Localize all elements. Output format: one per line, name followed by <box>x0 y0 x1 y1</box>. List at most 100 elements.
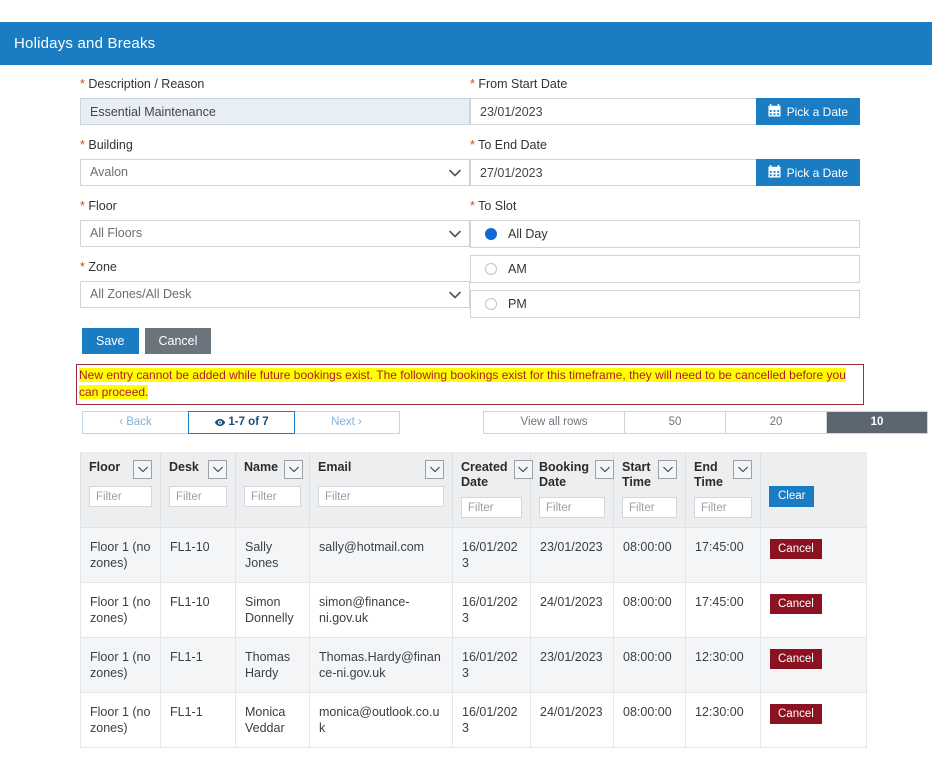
filter-input-end-time[interactable] <box>694 497 752 518</box>
slot-option-am-label: AM <box>508 262 527 276</box>
to-end-date-input[interactable] <box>470 159 756 186</box>
cancel-button[interactable]: Cancel <box>144 328 212 354</box>
cell-action: Cancel <box>760 527 867 583</box>
holiday-form: * Description / Reason * Building Avalon <box>0 65 932 331</box>
filter-dropdown-icon-floor[interactable] <box>133 460 152 479</box>
label-floor-text: Floor <box>88 199 117 213</box>
label-zone: * Zone <box>80 260 470 275</box>
table-row: Floor 1 (no zones) FL1-10 Sally Jones sa… <box>80 527 867 583</box>
slot-option-all-day[interactable]: All Day <box>470 220 860 248</box>
filter-dropdown-icon-end-time[interactable] <box>733 460 752 479</box>
cell-floor: Floor 1 (no zones) <box>80 692 161 748</box>
slot-option-all-day-label: All Day <box>508 227 548 241</box>
th-name-label: Name <box>244 460 279 474</box>
page-title: Holidays and Breaks <box>14 35 156 52</box>
filter-dropdown-icon-booking-date[interactable] <box>595 460 614 479</box>
rows-per-page-group: View all rows 50 20 10 <box>483 411 928 434</box>
bookings-table: Floor Desk <box>80 452 867 748</box>
filter-dropdown-icon-name[interactable] <box>284 460 304 479</box>
save-button[interactable]: Save <box>82 328 139 354</box>
slot-option-pm[interactable]: PM <box>470 290 860 318</box>
row-cancel-button[interactable]: Cancel <box>770 539 822 559</box>
filter-input-created-date[interactable] <box>461 497 522 518</box>
rows-option-50[interactable]: 50 <box>625 412 726 433</box>
cell-floor: Floor 1 (no zones) <box>80 582 161 638</box>
label-from-start-date: * From Start Date <box>470 77 860 92</box>
th-desk: Desk <box>160 452 236 528</box>
to-end-date-pick-label: Pick a Date <box>786 165 848 180</box>
row-cancel-button[interactable]: Cancel <box>770 649 822 669</box>
cell-booking-date: 23/01/2023 <box>530 527 614 583</box>
field-zone: * Zone All Zones/All Desk <box>80 260 470 308</box>
filter-input-start-time[interactable] <box>622 497 677 518</box>
cell-start-time: 08:00:00 <box>613 692 686 748</box>
pagination-next-label: Next <box>331 416 355 428</box>
filter-input-email[interactable] <box>318 486 444 507</box>
rows-option-20[interactable]: 20 <box>726 412 827 433</box>
cell-booking-date: 24/01/2023 <box>530 582 614 638</box>
cell-action: Cancel <box>760 692 867 748</box>
label-description: * Description / Reason <box>80 77 470 92</box>
radio-unselected-icon <box>485 263 497 275</box>
pagination-next-button[interactable]: Next › <box>294 412 399 433</box>
table-row: Floor 1 (no zones) FL1-1 Thomas Hardy Th… <box>80 637 867 693</box>
filter-input-floor[interactable] <box>89 486 152 507</box>
cell-end-time: 12:30:00 <box>685 692 761 748</box>
label-floor: * Floor <box>80 199 470 214</box>
label-building-text: Building <box>88 138 133 152</box>
description-input[interactable] <box>80 98 470 125</box>
calendar-icon <box>768 103 781 120</box>
from-start-date-pick-button[interactable]: Pick a Date <box>755 98 860 125</box>
calendar-icon <box>768 164 781 181</box>
required-asterisk: * <box>470 199 475 213</box>
slot-option-am[interactable]: AM <box>470 255 860 283</box>
from-start-date-pick-label: Pick a Date <box>786 104 848 119</box>
label-zone-text: Zone <box>88 260 117 274</box>
radio-unselected-icon <box>485 298 497 310</box>
cell-booking-date: 24/01/2023 <box>530 692 614 748</box>
building-select[interactable]: Avalon <box>80 159 470 186</box>
filter-input-name[interactable] <box>244 486 301 507</box>
field-from-start-date: * From Start Date 23/01/2023 Pick a Date <box>470 77 860 125</box>
th-desk-label: Desk <box>169 460 199 474</box>
table-body: Floor 1 (no zones) FL1-10 Sally Jones sa… <box>80 527 867 748</box>
filter-dropdown-icon-email[interactable] <box>425 460 444 479</box>
filter-input-booking-date[interactable] <box>539 497 605 518</box>
clear-filters-button[interactable]: Clear <box>769 486 815 507</box>
zone-select[interactable]: All Zones/All Desk <box>80 281 470 308</box>
rows-option-10[interactable]: 10 <box>827 412 927 433</box>
floor-select[interactable]: All Floors <box>80 220 470 247</box>
cell-desk: FL1-10 <box>160 582 236 638</box>
required-asterisk: * <box>80 199 85 213</box>
cell-created-date: 16/01/2023 <box>452 582 531 638</box>
row-cancel-button[interactable]: Cancel <box>770 594 822 614</box>
label-from-start-date-text: From Start Date <box>478 77 568 91</box>
radio-selected-icon <box>485 228 497 240</box>
filter-dropdown-icon-created-date[interactable] <box>513 460 533 479</box>
table-row: Floor 1 (no zones) FL1-10 Simon Donnelly… <box>80 582 867 638</box>
cell-start-time: 08:00:00 <box>613 527 686 583</box>
th-booking-date: Booking Date <box>530 452 614 528</box>
rows-option-view-all[interactable]: View all rows <box>484 412 625 433</box>
from-start-date-input[interactable] <box>470 98 756 125</box>
to-end-date-pick-button[interactable]: Pick a Date <box>755 159 860 186</box>
form-column-left: * Description / Reason * Building Avalon <box>80 77 470 331</box>
pagination-back-button[interactable]: ‹ Back <box>83 412 189 433</box>
field-to-slot: * To Slot All Day AM PM <box>470 199 860 318</box>
pagination-count[interactable]: 1-7 of 7 <box>188 411 295 434</box>
filter-dropdown-icon-desk[interactable] <box>208 460 227 479</box>
field-building: * Building Avalon <box>80 138 470 186</box>
filter-input-desk[interactable] <box>169 486 227 507</box>
filter-dropdown-icon-start-time[interactable] <box>658 460 677 479</box>
warning-banner: New entry cannot be added while future b… <box>76 364 864 405</box>
cell-name: Monica Veddar <box>235 692 310 748</box>
cell-desk: FL1-10 <box>160 527 236 583</box>
form-actions: Save Cancel <box>82 328 212 354</box>
th-actions: Clear <box>760 452 867 528</box>
label-to-end-date: * To End Date <box>470 138 860 153</box>
th-start-time-label: Start Time <box>622 460 651 489</box>
row-cancel-button[interactable]: Cancel <box>770 704 822 724</box>
chevron-right-icon: › <box>354 416 362 428</box>
required-asterisk: * <box>80 138 85 152</box>
th-end-time-label: End Time <box>694 460 723 489</box>
